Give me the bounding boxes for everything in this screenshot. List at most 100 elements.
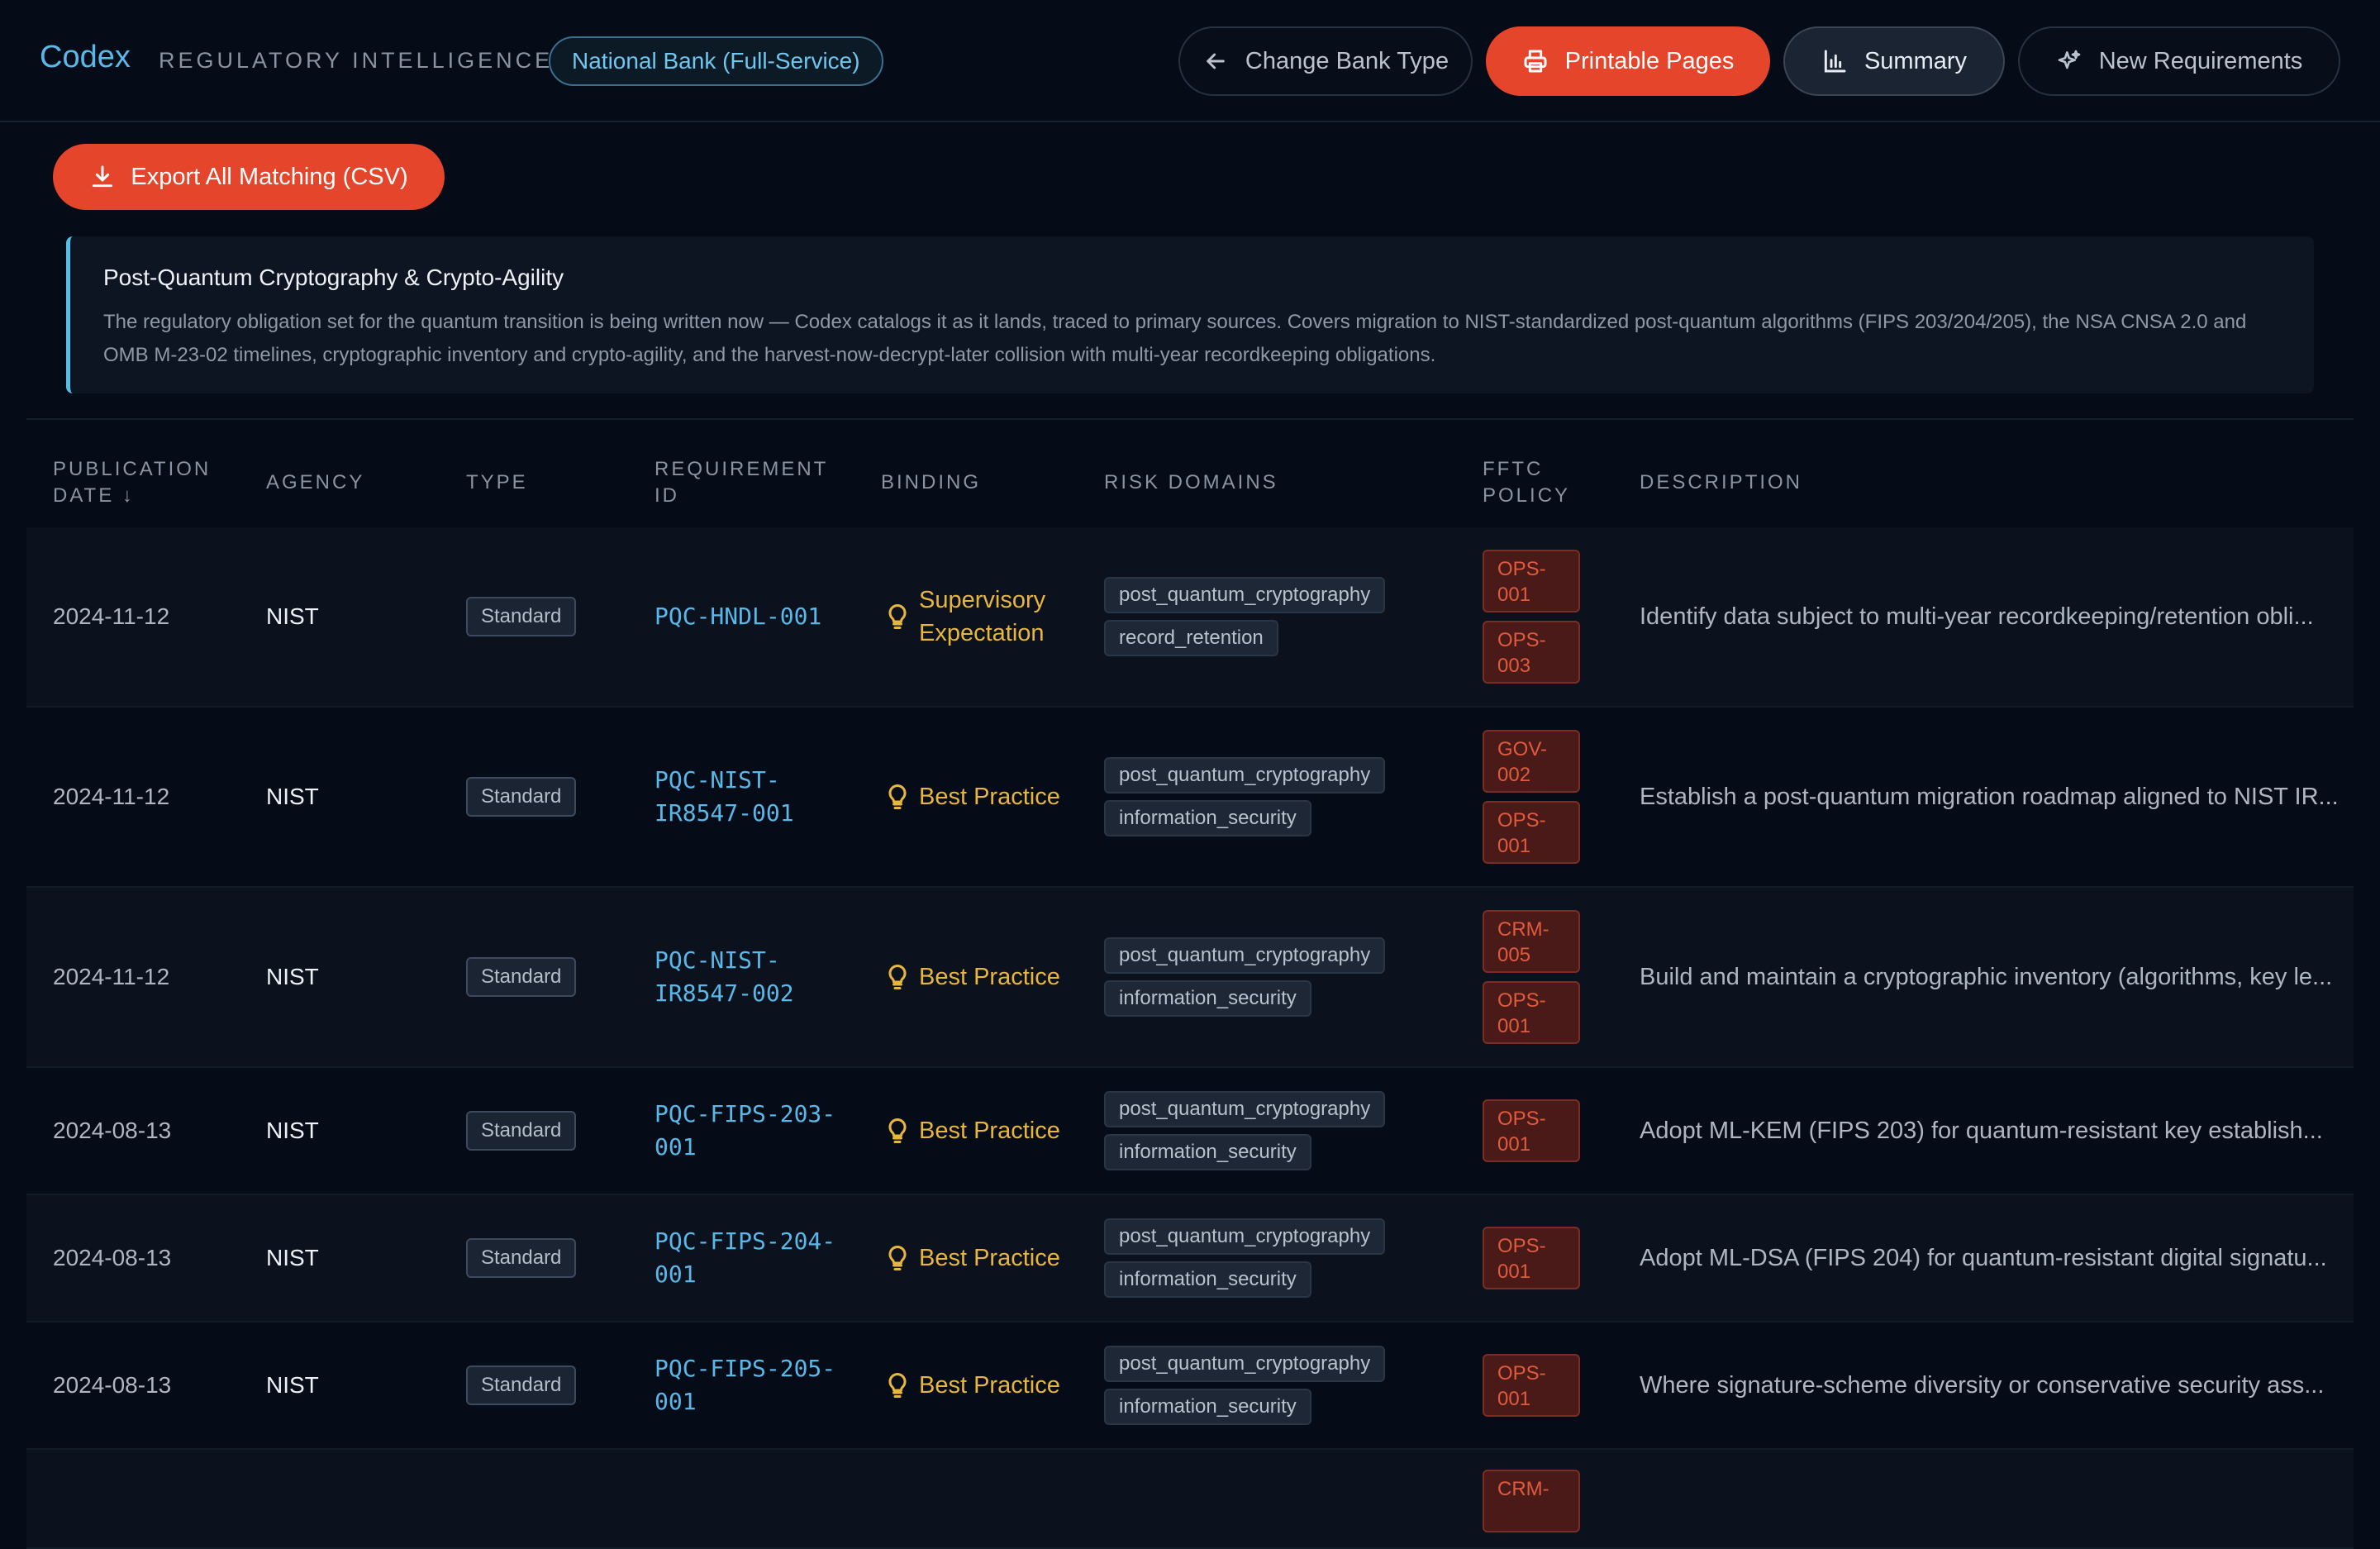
printable-pages-label: Printable Pages xyxy=(1564,47,1735,74)
risk-domain-tag[interactable]: information_security xyxy=(1104,1261,1311,1298)
header-agency[interactable]: AGENCY xyxy=(266,438,364,527)
arrow-left-icon xyxy=(1207,53,1225,69)
table-row[interactable]: CRM- xyxy=(26,1450,2354,1549)
fftc-policy-tag[interactable]: OPS-001 xyxy=(1483,1354,1580,1417)
fftc-policy-tag[interactable]: OPS-001 xyxy=(1483,981,1580,1044)
cell-description: Adopt ML-KEM (FIPS 203) for quantum-resi… xyxy=(1640,1068,2354,1194)
cell-type: Standard xyxy=(466,708,577,886)
cell-description xyxy=(1640,1450,2354,1547)
printable-pages-button[interactable]: Printable Pages xyxy=(1486,26,1770,96)
cell-requirement-id[interactable]: PQC-NIST-IR8547-001 xyxy=(654,708,853,886)
risk-domain-tag[interactable]: information_security xyxy=(1104,1134,1311,1170)
table-row[interactable]: 2024-08-13 NIST Standard PQC-FIPS-205-001 Be… xyxy=(26,1323,2354,1450)
fftc-policy-tag[interactable]: OPS-003 xyxy=(1483,621,1580,684)
header-type[interactable]: TYPE xyxy=(466,438,528,527)
new-requirements-button[interactable]: New Requirements xyxy=(2018,26,2340,96)
table-row[interactable]: 2024-11-12 NIST Standard PQC-HNDL-001 Superv… xyxy=(26,527,2354,708)
cell-requirement-id[interactable]: PQC-HNDL-001 xyxy=(654,527,853,706)
header-binding[interactable]: BINDING xyxy=(881,438,981,527)
change-bank-type-button[interactable]: Change Bank Type xyxy=(1178,26,1473,96)
cell-requirement-id[interactable]: PQC-NIST-IR8547-002 xyxy=(654,888,853,1066)
binding-label: Best Practice xyxy=(919,784,1060,810)
requirements-table: PUBLICATION DATE ↓ AGENCY TYPE REQUIREME… xyxy=(26,438,2354,1549)
fftc-policy-tag[interactable]: OPS-001 xyxy=(1483,1099,1580,1162)
fftc-policy-tag[interactable]: CRM- xyxy=(1483,1470,1580,1532)
description-text: Adopt ML-KEM (FIPS 203) for quantum-resi… xyxy=(1640,1117,2323,1144)
description-text: Build and maintain a cryptographic inven… xyxy=(1640,963,2333,990)
bar-chart-icon xyxy=(1824,50,1846,73)
brand-logo[interactable]: Codex xyxy=(40,40,131,75)
fftc-policy-tag[interactable]: OPS-001 xyxy=(1483,801,1580,864)
risk-domain-tag[interactable]: post_quantum_cryptography xyxy=(1104,1218,1386,1255)
cell-publication-date: 2024-08-13 xyxy=(53,1372,172,1398)
risk-domain-tag[interactable]: post_quantum_cryptography xyxy=(1104,1091,1386,1127)
cell-type: Standard xyxy=(466,888,577,1066)
binding-label: Supervisory Expectation xyxy=(919,587,1046,646)
lightbulb-icon xyxy=(883,602,912,632)
cell-fftc-policy: CRM-005 OPS-001 xyxy=(1483,888,1580,1066)
cell-description: Adopt ML-DSA (FIPS 204) for quantum-resi… xyxy=(1640,1195,2354,1321)
banner-description: The regulatory obligation set for the qu… xyxy=(103,311,2247,366)
cell-fftc-policy: OPS-001 xyxy=(1483,1068,1580,1194)
cell-description: Establish a post-quantum migration roadm… xyxy=(1640,708,2354,886)
risk-domain-tag[interactable]: information_security xyxy=(1104,800,1311,836)
summary-button[interactable]: Summary xyxy=(1783,26,2005,96)
cell-agency: NIST xyxy=(266,784,319,809)
binding-label: Best Practice xyxy=(919,1372,1060,1399)
type-badge: Standard xyxy=(466,597,577,636)
cell-publication-date: 2024-08-13 xyxy=(53,1245,172,1270)
cell-fftc-policy: OPS-001 OPS-003 xyxy=(1483,527,1580,706)
cell-fftc-policy: CRM- xyxy=(1483,1450,1580,1547)
export-csv-button[interactable]: Export All Matching (CSV) xyxy=(53,144,445,210)
risk-domain-tag[interactable]: record_retention xyxy=(1104,620,1278,656)
header-publication-date[interactable]: PUBLICATION DATE ↓ xyxy=(53,438,235,527)
lightbulb-icon xyxy=(883,782,912,812)
fftc-policy-tag[interactable]: GOV-002 xyxy=(1483,730,1580,793)
cell-risk-domains: post_quantum_cryptography record_retentio… xyxy=(1104,527,1386,706)
cell-description: Build and maintain a cryptographic inven… xyxy=(1640,888,2354,1066)
type-badge: Standard xyxy=(466,1111,577,1151)
description-text: Establish a post-quantum migration roadm… xyxy=(1640,783,2339,810)
cell-publication-date: 2024-11-12 xyxy=(53,784,170,809)
cell-requirement-id[interactable]: PQC-FIPS-203-001 xyxy=(654,1068,853,1194)
cell-agency: NIST xyxy=(266,1245,319,1270)
header-fftc-policy[interactable]: FFTC POLICY xyxy=(1483,438,1598,527)
table-row[interactable]: 2024-11-12 NIST Standard PQC-NIST-IR8547-00… xyxy=(26,708,2354,888)
top-header: Codex REGULATORY INTELLIGENCE National B… xyxy=(0,0,2380,122)
fftc-policy-tag[interactable]: CRM-005 xyxy=(1483,910,1580,973)
fftc-policy-tag[interactable]: OPS-001 xyxy=(1483,1227,1580,1289)
lightbulb-icon xyxy=(883,1243,912,1273)
cell-agency: NIST xyxy=(266,1372,319,1398)
cell-publication-date: 2024-11-12 xyxy=(53,964,170,989)
table-row[interactable]: 2024-08-13 NIST Standard PQC-FIPS-204-001 Be… xyxy=(26,1195,2354,1323)
cell-binding: Best Practice xyxy=(883,1323,1081,1448)
cell-requirement-id[interactable]: PQC-FIPS-205-001 xyxy=(654,1323,853,1448)
risk-domain-tag[interactable]: information_security xyxy=(1104,980,1311,1017)
lightbulb-icon xyxy=(883,962,912,992)
risk-domain-tag[interactable]: post_quantum_cryptography xyxy=(1104,937,1386,974)
cell-risk-domains: post_quantum_cryptography information_sec… xyxy=(1104,708,1386,886)
binding-label: Best Practice xyxy=(919,1245,1060,1271)
table-row[interactable]: 2024-08-13 NIST Standard PQC-FIPS-203-001 Be… xyxy=(26,1068,2354,1195)
header-description[interactable]: DESCRIPTION xyxy=(1640,438,1802,527)
sparkles-icon xyxy=(2058,50,2081,69)
header-requirement-id[interactable]: REQUIREMENT ID xyxy=(654,438,845,527)
risk-domain-tag[interactable]: post_quantum_cryptography xyxy=(1104,757,1386,794)
cell-agency: NIST xyxy=(266,1118,319,1143)
cell-publication-date: 2024-11-12 xyxy=(53,603,170,629)
new-requirements-label: New Requirements xyxy=(2098,47,2303,74)
type-badge: Standard xyxy=(466,1238,577,1278)
risk-domain-tag[interactable]: post_quantum_cryptography xyxy=(1104,577,1386,613)
cell-type: Standard xyxy=(466,1068,577,1194)
cell-requirement-id[interactable]: PQC-FIPS-204-001 xyxy=(654,1195,853,1321)
cell-requirement-id[interactable] xyxy=(654,1450,853,1547)
table-row[interactable]: 2024-11-12 NIST Standard PQC-NIST-IR8547-00… xyxy=(26,888,2354,1068)
fftc-policy-tag[interactable]: OPS-001 xyxy=(1483,550,1580,612)
export-csv-label: Export All Matching (CSV) xyxy=(131,163,408,190)
header-risk-domains[interactable]: RISK DOMAINS xyxy=(1104,438,1278,527)
cell-binding: Supervisory Expectation xyxy=(883,527,1081,706)
table-body: 2024-11-12 NIST Standard PQC-HNDL-001 Superv… xyxy=(26,527,2354,1549)
risk-domain-tag[interactable]: post_quantum_cryptography xyxy=(1104,1346,1386,1382)
risk-domain-tag[interactable]: information_security xyxy=(1104,1389,1311,1425)
cell-risk-domains: post_quantum_cryptography information_sec… xyxy=(1104,1195,1386,1321)
